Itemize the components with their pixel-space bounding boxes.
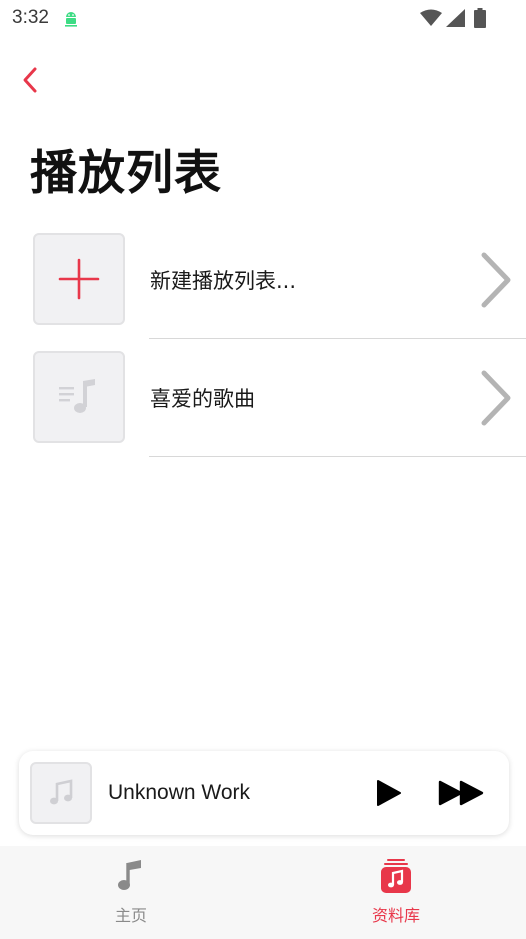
fast-forward-button[interactable] [437,778,487,808]
favorite-songs-row[interactable]: 喜爱的歌曲 [0,339,526,457]
music-note-icon [50,779,73,805]
chevron-left-icon [23,67,37,93]
mini-player[interactable]: Unknown Work [19,751,509,835]
status-time: 3:32 [12,7,49,28]
fast-forward-icon [438,780,484,806]
chevron-right-icon [481,370,511,426]
signal-icon [446,9,465,27]
back-button[interactable] [10,60,50,100]
new-playlist-thumbnail [33,233,125,325]
tab-library-label: 资料库 [371,906,420,925]
status-bar: 3:32 [0,0,526,38]
tab-bar: 主页 资料库 [0,846,526,939]
row-divider [149,456,526,457]
tab-library[interactable]: 资料库 [331,846,461,939]
music-note-icon [118,860,141,890]
favorite-songs-label: 喜爱的歌曲 [150,387,255,411]
favorite-songs-thumbnail [33,351,125,443]
play-icon [377,780,401,806]
chevron-right-icon [481,252,511,308]
mini-player-title: Unknown Work [108,781,250,804]
android-notification-icon [65,12,77,27]
page-title: 播放列表 [30,146,222,201]
battery-icon [474,8,486,28]
tab-home[interactable]: 主页 [66,846,196,939]
play-button[interactable] [373,778,403,808]
mini-player-artwork [30,762,92,824]
plus-icon [58,258,100,300]
screen: 3:32 播放列表 新建播放列表... 喜爱的歌曲 Unknown Work 主… [0,0,526,939]
library-icon [381,859,411,893]
wifi-icon [420,9,442,26]
new-playlist-label: 新建播放列表... [150,269,297,293]
new-playlist-row[interactable]: 新建播放列表... [0,221,526,339]
tab-home-label: 主页 [114,906,147,925]
music-list-icon [59,379,95,413]
